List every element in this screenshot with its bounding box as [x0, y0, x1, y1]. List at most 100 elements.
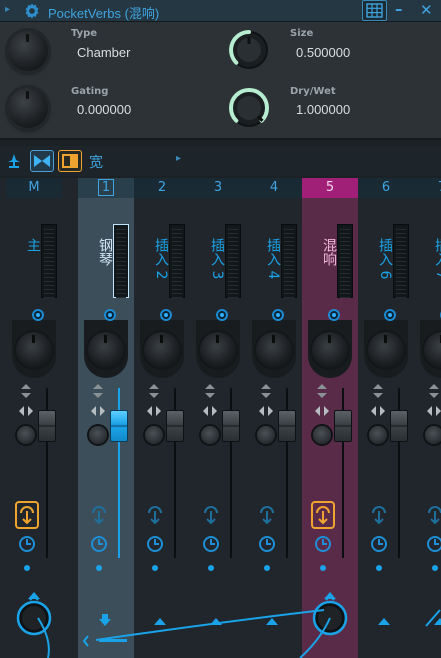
route-button[interactable] — [255, 501, 279, 529]
route-button[interactable] — [87, 501, 111, 529]
pan-knob[interactable] — [144, 332, 180, 368]
dry-wet-knob[interactable] — [227, 86, 271, 130]
strip-number[interactable]: 3 — [190, 178, 246, 198]
stereo-separation-knob[interactable] — [257, 426, 275, 444]
close-icon[interactable]: ✕ — [420, 1, 433, 19]
latency-clock-icon[interactable] — [91, 536, 107, 552]
plugin-title-bar[interactable]: ▸ PocketVerbs (混响) – ✕ — [0, 0, 441, 22]
record-arm-icon[interactable] — [384, 309, 396, 321]
strip-name[interactable]: 插入 2 — [142, 238, 172, 279]
stereo-left-right-icon[interactable] — [370, 403, 386, 419]
latency-clock-icon[interactable] — [427, 536, 441, 552]
latency-clock-icon[interactable] — [259, 536, 275, 552]
collapse-arrow-icon[interactable]: ▸ — [5, 4, 10, 15]
route-arrow-icon — [148, 506, 162, 525]
volume-fader[interactable] — [110, 410, 128, 442]
record-arm-icon[interactable] — [104, 309, 116, 321]
strip-number-text: 6 — [381, 180, 391, 195]
wide-view-button[interactable] — [58, 150, 82, 172]
bowtie-view-button[interactable] — [30, 150, 54, 172]
record-arm-icon[interactable] — [32, 309, 44, 321]
record-arm-icon[interactable] — [216, 309, 228, 321]
stereo-left-right-icon[interactable] — [146, 403, 162, 419]
route-button[interactable] — [143, 501, 167, 529]
stereo-separation-knob[interactable] — [145, 426, 163, 444]
pan-knob[interactable] — [312, 332, 348, 368]
route-button[interactable] — [423, 501, 441, 529]
route-arrow-icon — [260, 506, 274, 525]
stereo-up-down-icon[interactable] — [18, 383, 34, 399]
size-value: 0.500000 — [296, 45, 351, 60]
strip-name[interactable]: 插入 4 — [254, 238, 284, 279]
latency-clock-icon[interactable] — [147, 536, 163, 552]
volume-fader[interactable] — [222, 410, 240, 442]
stereo-up-down-icon[interactable] — [426, 383, 441, 399]
pan-knob[interactable] — [88, 332, 124, 368]
latency-clock-icon[interactable] — [371, 536, 387, 552]
pan-knob[interactable] — [368, 332, 404, 368]
strip-number[interactable]: 5 — [302, 178, 358, 198]
pan-knob[interactable] — [16, 332, 52, 368]
stereo-up-down-icon[interactable] — [90, 383, 106, 399]
stereo-up-down-icon[interactable] — [202, 383, 218, 399]
latency-clock-icon[interactable] — [19, 536, 35, 552]
stereo-up-down-icon[interactable] — [314, 383, 330, 399]
stereo-up-down-icon[interactable] — [146, 383, 162, 399]
type-knob[interactable] — [8, 31, 48, 71]
route-button[interactable] — [311, 501, 335, 529]
strip-name[interactable]: 主 — [14, 238, 44, 252]
stereo-left-right-icon[interactable] — [426, 403, 441, 419]
volume-fader[interactable] — [38, 410, 56, 442]
stereo-separation-knob[interactable] — [201, 426, 219, 444]
strip-number[interactable]: 1 — [78, 178, 134, 198]
size-knob[interactable] — [227, 28, 271, 72]
stereo-separation-knob[interactable] — [17, 426, 35, 444]
stereo-separation-knob[interactable] — [425, 426, 441, 444]
strip-number-text: 1 — [97, 179, 115, 196]
strip-number[interactable]: 7 — [414, 178, 441, 198]
latency-clock-icon[interactable] — [203, 536, 219, 552]
route-button[interactable] — [367, 501, 391, 529]
route-button[interactable] — [15, 501, 39, 529]
volume-fader[interactable] — [166, 410, 184, 442]
strip-number[interactable]: 2 — [134, 178, 190, 198]
stereo-left-right-icon[interactable] — [314, 403, 330, 419]
stereo-separation-knob[interactable] — [369, 426, 387, 444]
strip-number[interactable]: 6 — [358, 178, 414, 198]
record-arm-icon[interactable] — [272, 309, 284, 321]
latency-clock-icon[interactable] — [315, 536, 331, 552]
stereo-up-down-icon[interactable] — [258, 383, 274, 399]
pan-knob[interactable] — [200, 332, 236, 368]
strip-name[interactable]: 插入 7 — [422, 238, 441, 279]
mixer-toolbar: 宽 ▸ — [0, 146, 441, 176]
route-arrow-icon — [92, 506, 106, 525]
pan-knob[interactable] — [256, 332, 292, 368]
volume-fader[interactable] — [278, 410, 296, 442]
gating-knob[interactable] — [8, 88, 48, 128]
stereo-left-right-icon[interactable] — [90, 403, 106, 419]
volume-fader[interactable] — [390, 410, 408, 442]
strip-name[interactable]: 混响 — [310, 238, 340, 266]
grid-icon[interactable] — [362, 0, 387, 21]
record-arm-icon[interactable] — [160, 309, 172, 321]
stereo-up-down-icon[interactable] — [370, 383, 386, 399]
strip-number[interactable]: M — [6, 178, 62, 198]
route-button[interactable] — [199, 501, 223, 529]
minimize-icon[interactable]: – — [395, 0, 403, 18]
stereo-left-right-icon[interactable] — [258, 403, 274, 419]
route-arrow-icon — [428, 506, 441, 525]
stereo-separation-knob[interactable] — [89, 426, 107, 444]
strip-name[interactable]: 钢琴 — [86, 238, 116, 266]
stereo-left-right-icon[interactable] — [18, 403, 34, 419]
gear-icon[interactable] — [23, 2, 41, 20]
strip-number[interactable]: 4 — [246, 178, 302, 198]
strip-name[interactable]: 插入 3 — [198, 238, 228, 279]
plugin-panel: Type Chamber Size 0.500000 Gating 0.0000… — [0, 22, 441, 140]
stereo-separation-knob[interactable] — [313, 426, 331, 444]
stereo-left-right-icon[interactable] — [202, 403, 218, 419]
strip-name[interactable]: 插入 6 — [366, 238, 396, 279]
record-arm-icon[interactable] — [328, 309, 340, 321]
expand-arrow-icon[interactable]: ▸ — [176, 153, 181, 164]
volume-fader[interactable] — [334, 410, 352, 442]
pin-icon[interactable] — [6, 153, 22, 169]
